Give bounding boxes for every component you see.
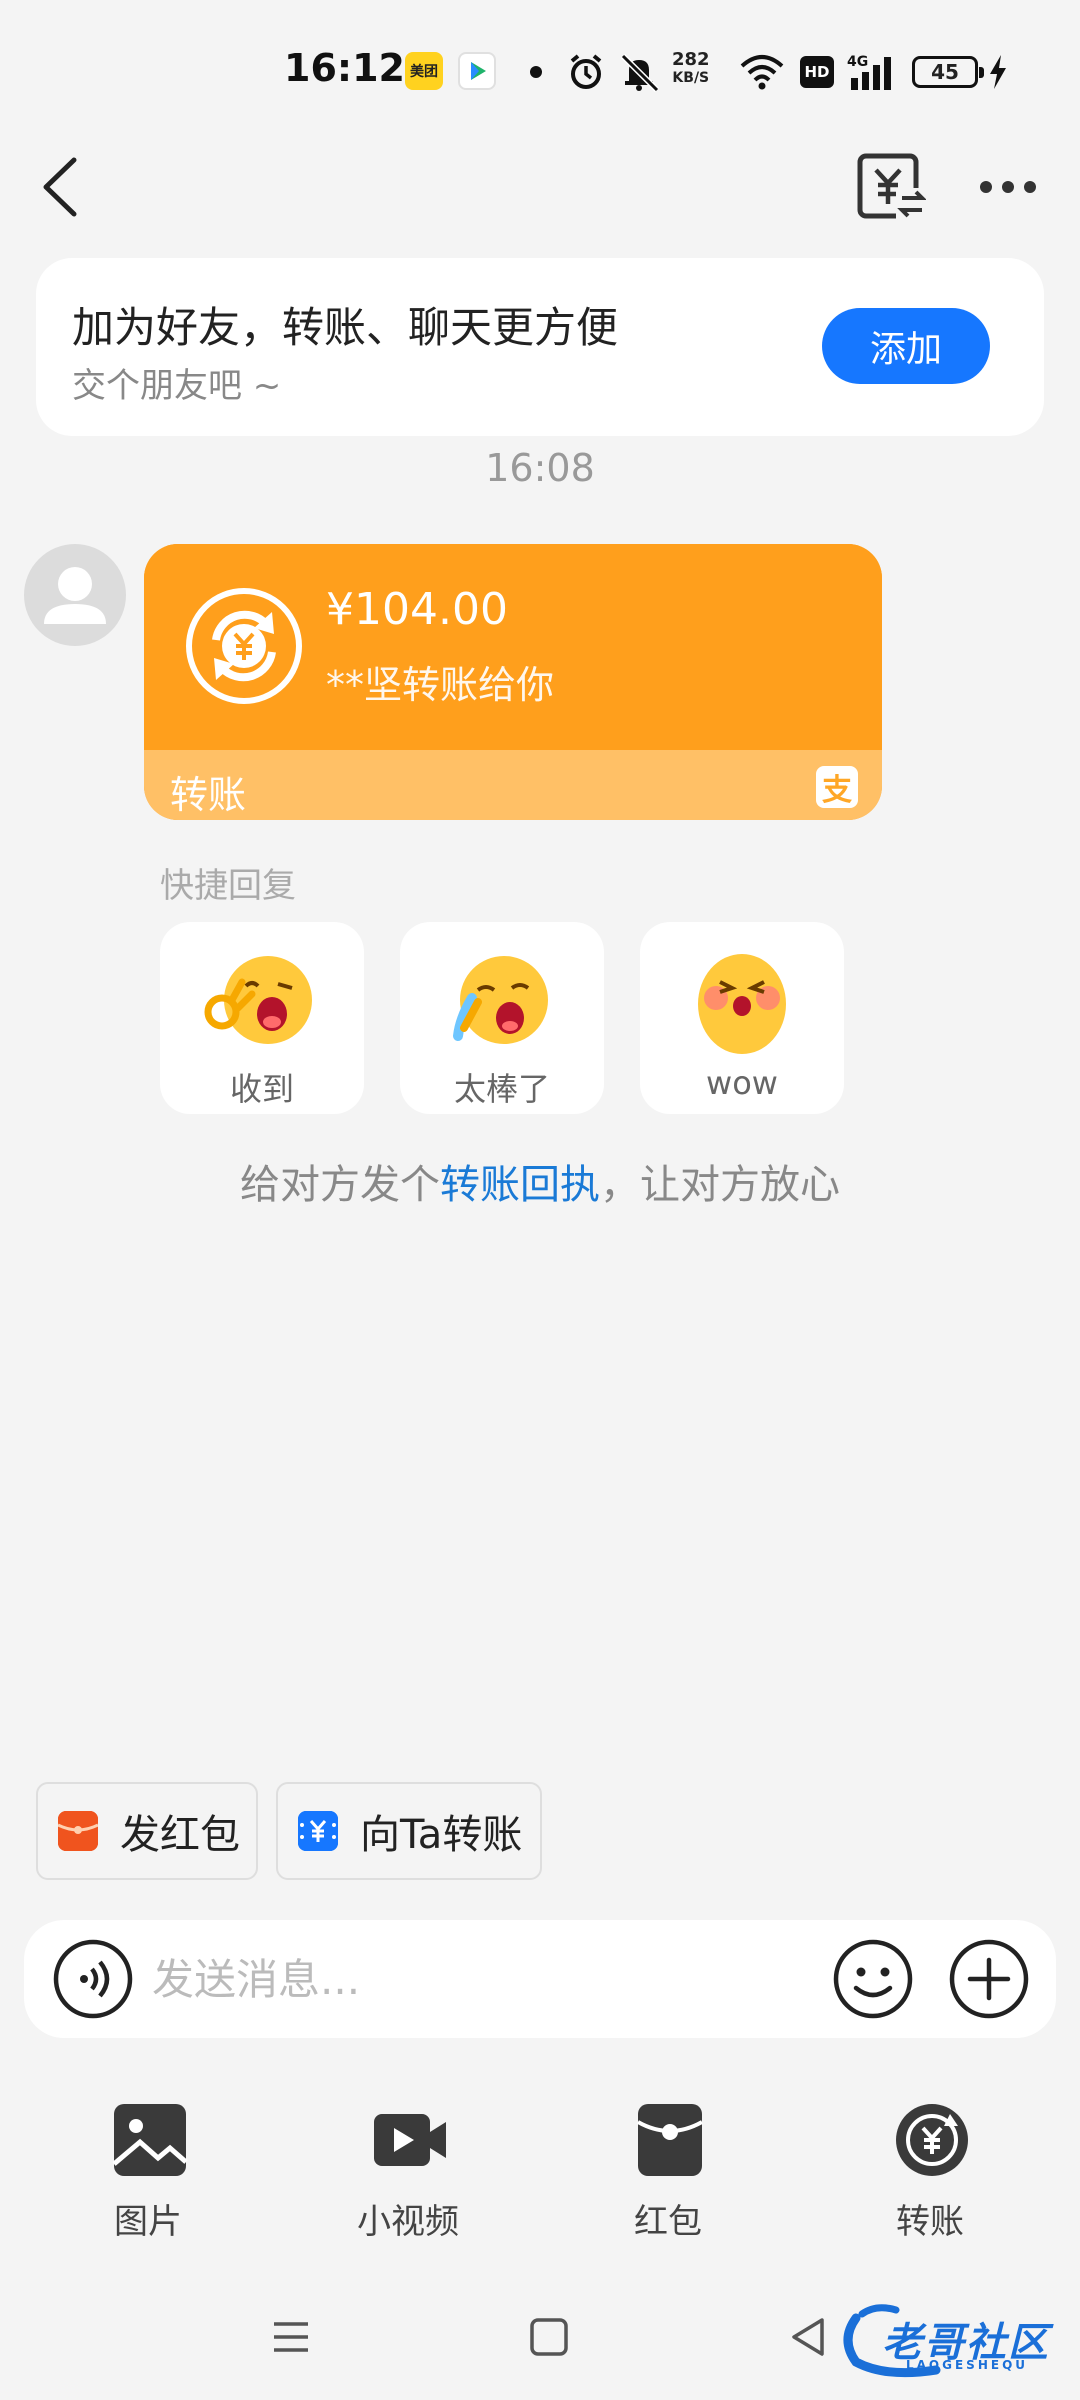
more-button[interactable] [976, 166, 1040, 208]
image-icon [112, 2104, 188, 2176]
smiley-icon [833, 1939, 913, 2019]
wifi-icon [736, 50, 788, 94]
transfer-receipt-link[interactable]: 转账回执 [440, 1162, 600, 1208]
signal-icon: 4G [846, 50, 898, 94]
charging-icon [986, 50, 1010, 94]
transfer-type-label: 转账 [170, 773, 247, 817]
add-friend-banner: 加为好友，转账、聊天更方便 交个朋友吧 ~ 添加 [36, 258, 1044, 436]
transfer-card-icon [298, 1811, 338, 1851]
transfer-card-footer: 转账 支 [144, 750, 882, 820]
emoji-button[interactable] [832, 1938, 914, 2020]
send-red-packet-label: 发红包 [120, 1812, 240, 1858]
toolbar-transfer-label: 转账 [896, 2202, 964, 2242]
voice-input-button[interactable] [52, 1938, 134, 2020]
receipt-hint-prefix: 给对方发个 [240, 1162, 440, 1208]
svg-text:4G: 4G [847, 54, 868, 70]
battery-indicator: 45 [912, 56, 984, 88]
yuan-exchange-icon [857, 153, 927, 220]
triangle-back-icon [792, 2318, 824, 2356]
add-friend-subtitle: 交个朋友吧 ~ [72, 366, 282, 406]
notification-dot-icon [530, 66, 542, 78]
network-speed-value: 282 [672, 49, 710, 70]
status-time: 16:12 [284, 46, 405, 90]
chevron-left-icon [43, 157, 77, 217]
square-icon [530, 2318, 568, 2356]
transfer-to-them-label: 向Ta转账 [360, 1812, 523, 1858]
receipt-hint: 给对方发个转账回执，让对方放心 [0, 1152, 1080, 1210]
toolbar-video[interactable]: 小视频 [318, 2102, 498, 2242]
add-friend-button[interactable]: 添加 [822, 308, 990, 384]
transfer-card-body: ¥104.00 **坚转账给你 [144, 544, 882, 750]
alarm-icon [566, 50, 606, 94]
meituan-app-icon: 美团 [405, 52, 443, 90]
video-app-icon [458, 52, 496, 90]
quick-reply-great[interactable]: 太棒了 [400, 922, 604, 1114]
video-icon [374, 2114, 446, 2166]
wow-emoji-icon [698, 954, 786, 1054]
quick-reply-received[interactable]: 收到 [160, 922, 364, 1114]
toolbar-red-packet-label: 红包 [634, 2202, 702, 2242]
message-timestamp: 16:08 [485, 446, 595, 490]
plus-icon [949, 1939, 1029, 2019]
transfer-amount: ¥104.00 [326, 584, 508, 635]
quick-reply-received-text: 收到 [229, 1070, 294, 1108]
voice-icon [53, 1939, 133, 2019]
receipt-hint-suffix: ，让对方放心 [600, 1162, 840, 1208]
toolbar-red-packet[interactable]: 红包 [578, 2102, 758, 2242]
red-envelope-icon [637, 2104, 703, 2176]
tears-of-joy-emoji-icon [453, 956, 548, 1044]
transfer-note: **坚转账给你 [326, 663, 555, 707]
quick-reply-great-text: 太棒了 [453, 1070, 550, 1108]
toolbar-transfer[interactable]: 转账 [840, 2102, 1020, 2242]
avatar[interactable] [24, 544, 126, 646]
alipay-icon: 支 [816, 766, 858, 808]
recent-apps-button[interactable] [266, 2312, 316, 2362]
quick-reply-label: 快捷回复 [160, 866, 296, 906]
network-speed: 282 KB/S [672, 49, 710, 87]
quick-reply-wow[interactable]: wow [640, 922, 844, 1114]
message-input[interactable] [152, 1948, 812, 2010]
home-button[interactable] [524, 2312, 574, 2362]
toolbar-image-label: 图片 [114, 2202, 182, 2242]
status-bar: 16:12 美团 282 KB/S HD 4G 45 [0, 0, 1080, 140]
transfer-yuan-icon [186, 588, 302, 704]
transfer-to-them-button[interactable]: 向Ta转账 [276, 1782, 542, 1880]
mute-bell-icon [616, 50, 664, 94]
hd-voice-badge: HD [800, 56, 834, 88]
message-input-bar [24, 1920, 1056, 2038]
toolbar-video-label: 小视频 [357, 2202, 459, 2242]
ok-emoji-icon [204, 956, 312, 1044]
more-functions-button[interactable] [948, 1938, 1030, 2020]
watermark-subtitle: LAOGESHEQU [906, 2358, 1029, 2372]
back-button[interactable] [40, 150, 100, 224]
red-packet-icon [58, 1811, 98, 1851]
default-user-icon [44, 567, 106, 624]
transfer-record-button[interactable] [856, 152, 927, 222]
send-red-packet-button[interactable]: 发红包 [36, 1782, 258, 1880]
menu-lines-icon [274, 2322, 308, 2352]
site-watermark: 老哥社区 LAOGESHEQU [836, 2300, 1072, 2380]
toolbar-image[interactable]: 图片 [58, 2102, 238, 2242]
more-dots-icon [980, 181, 1036, 193]
add-friend-title: 加为好友，转账、聊天更方便 [72, 303, 619, 352]
quick-reply-wow-text: wow [706, 1064, 778, 1102]
system-back-button[interactable] [784, 2312, 834, 2362]
network-speed-unit: KB/S [672, 70, 710, 86]
transfer-icon [896, 2104, 968, 2176]
transfer-message-card[interactable]: ¥104.00 **坚转账给你 转账 支 [144, 544, 882, 820]
